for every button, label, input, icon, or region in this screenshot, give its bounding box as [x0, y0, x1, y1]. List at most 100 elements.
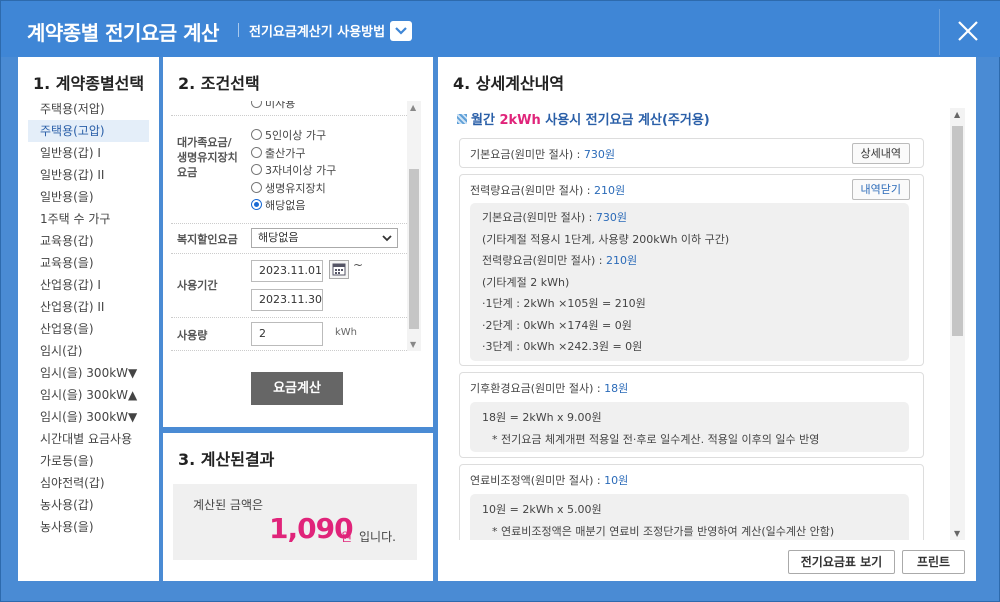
climate-detail-box: 18원 = 2kWh x 9.00원 * 전기요금 체계개편 적용일 전·후로 … [470, 402, 909, 452]
end-date-input[interactable]: 2023.11.30 [251, 289, 323, 311]
discount-radio-label: 출산가구 [265, 146, 306, 160]
usage-guide-link[interactable]: 전기요금계산기 사용방법 [249, 21, 385, 40]
contract-type-item[interactable]: 임시(갑) [28, 340, 149, 362]
period-row: 사용기간 2023.11.01 ~ 2023.11.30 [171, 254, 407, 318]
condition-panel: 2. 조건선택 미사용 대가족요금/생명유지장치 요금 5인이상 가구 출산가구 3자… [163, 57, 433, 427]
scroll-down-icon[interactable]: ▼ [410, 340, 416, 349]
energy-detail-line: (기타계절 적용시 1단계, 사용량 200kWh 이하 구간) [482, 232, 730, 246]
scroll-up-icon[interactable]: ▲ [954, 110, 960, 119]
period-label: 사용기간 [177, 279, 218, 292]
scroll-up-icon[interactable]: ▲ [410, 103, 416, 112]
scroll-down-icon[interactable]: ▼ [954, 529, 960, 538]
calendar-icon[interactable] [329, 260, 349, 279]
base-fee-card: 기본요금(원미만 절사) : 730원 상세내역 [459, 138, 924, 168]
contract-type-title: 1. 계약종별선택 [33, 74, 145, 93]
discount-radio[interactable]: 5인이상 가구 [251, 127, 326, 144]
discount-radio[interactable]: 출산가구 [251, 145, 305, 162]
radio-partial-label: 미사용 [265, 101, 296, 110]
chevron-down-icon [395, 27, 407, 35]
result-title: 3. 계산된결과 [178, 450, 275, 469]
contract-type-item[interactable]: 일반용(갑) I [28, 142, 149, 164]
fuel-note: * 연료비조정액은 매분기 연료비 조정단가를 반영하여 계산(일수계산 안함) [492, 525, 835, 538]
detail-panel: 4. 상세계산내역 월간 2kWh 사용시 전기요금 계산(주거용) 기본요금(… [438, 57, 976, 581]
headline-post: 사용시 전기요금 계산(주거용) [540, 113, 710, 128]
calculate-button[interactable]: 요금계산 [251, 372, 343, 405]
result-label: 계산된 금액은 [193, 498, 264, 512]
contract-type-item[interactable]: 임시(을) 300kW▼ [28, 406, 149, 428]
headline-bullet-icon [457, 114, 467, 124]
fuel-fee-title: 연료비조정액(원미만 절사) : 10원 [470, 474, 629, 487]
contract-type-item[interactable]: 교육용(갑) [28, 230, 149, 252]
energy-detail-line: 전력량요금(원미만 절사) : 210원 [482, 254, 638, 267]
welfare-select[interactable]: 해당없음 [251, 228, 398, 248]
detail-title: 4. 상세계산내역 [453, 74, 565, 93]
usage-input[interactable]: 2 [251, 322, 323, 346]
usage-guide-toggle[interactable] [390, 21, 412, 41]
contract-type-item[interactable]: 임시(을) 300kW▲ [28, 384, 149, 406]
contract-type-panel: 1. 계약종별선택 주택용(저압) 주택용(고압) 일반용(갑) I 일반용(갑) I… [18, 57, 159, 581]
fuel-detail-box: 10원 = 2kWh x 5.00원 * 연료비조정액은 매분기 연료비 조정단… [470, 494, 909, 540]
title-separator [238, 23, 239, 37]
headline-usage: 2kWh [499, 113, 541, 128]
discount-radio-label: 생명유지장치 [265, 181, 326, 195]
usage-row: 사용량 2 kWh [171, 318, 407, 351]
discount-radio[interactable]: 해당없음 [251, 197, 305, 214]
contract-type-item[interactable]: 교육용(을) [28, 252, 149, 274]
contract-type-item[interactable]: 산업용(갑) II [28, 296, 149, 318]
result-suffix: 입니다. [359, 530, 396, 544]
energy-detail-line: ·1단계 : 2kWh ×105원 = 210원 [482, 297, 646, 310]
discount-radio-label: 5인이상 가구 [265, 129, 327, 142]
detail-scrollbar[interactable]: ▲ ▼ [950, 108, 965, 540]
base-detail-button[interactable]: 상세내역 [851, 143, 910, 164]
welfare-row: 복지할인요금 해당없음 [171, 224, 407, 254]
close-button[interactable] [939, 9, 1000, 55]
rate-table-button[interactable]: 전기요금표 보기 [788, 550, 895, 574]
start-date-input[interactable]: 2023.11.01 [251, 260, 323, 282]
contract-type-item[interactable]: 농사용(을) [28, 516, 149, 538]
contract-type-item[interactable]: 일반용(갑) II [28, 164, 149, 186]
scroll-thumb[interactable] [409, 169, 419, 329]
result-currency: 원 [341, 530, 353, 544]
energy-detail-line: ·3단계 : 0kWh ×242.3원 = 0원 [482, 340, 643, 353]
window-title: 계약종별 전기요금 계산 [27, 21, 219, 45]
contract-type-item[interactable]: 심야전력(갑) [28, 472, 149, 494]
welfare-select-value: 해당없음 [258, 231, 299, 244]
discount-radio[interactable]: 3자녀이상 가구 [251, 162, 336, 179]
chevron-down-icon [382, 235, 392, 242]
contract-type-item[interactable]: 주택용(고압) [28, 120, 149, 142]
scroll-thumb[interactable] [952, 126, 963, 336]
contract-type-item[interactable]: 시간대별 요금사용 [28, 428, 149, 450]
contract-type-item[interactable]: 1주택 수 가구 [28, 208, 149, 230]
energy-close-button[interactable]: 내역닫기 [851, 179, 910, 200]
contract-type-item[interactable]: 주택용(저압) [28, 98, 149, 120]
contract-type-item[interactable]: 일반용(을) [28, 186, 149, 208]
contract-type-item[interactable]: 농사용(갑) [28, 494, 149, 516]
energy-detail-line: (기타계절 2 kWh) [482, 275, 570, 289]
fuel-fee-card: 연료비조정액(원미만 절사) : 10원 10원 = 2kWh x 5.00원 … [459, 464, 924, 540]
contract-type-item[interactable]: 임시(을) 300kW▼ [28, 362, 149, 384]
title-bar: 계약종별 전기요금 계산 전기요금계산기 사용방법 [1, 1, 1000, 57]
energy-detail-box: 기본요금(원미만 절사) : 730원 (기타계절 적용시 1단계, 사용량 20… [470, 203, 909, 361]
climate-formula: 18원 = 2kWh x 9.00원 [482, 411, 602, 424]
climate-fee-title: 기후환경요금(원미만 절사) : 18원 [470, 382, 629, 395]
print-button[interactable]: 프린트 [902, 550, 965, 574]
radio-partial[interactable]: 미사용 [251, 101, 295, 112]
contract-type-item[interactable]: 가로등(을) [28, 450, 149, 472]
contract-type-item[interactable]: 산업용(을) [28, 318, 149, 340]
energy-detail-line: ·2단계 : 0kWh ×174원 = 0원 [482, 318, 632, 332]
contract-type-item[interactable]: 산업용(갑) I [28, 274, 149, 296]
usage-label: 사용량 [177, 329, 208, 342]
discount-radio[interactable]: 생명유지장치 [251, 180, 326, 197]
date-range-tilde: ~ [353, 258, 364, 272]
condition-form: 미사용 대가족요금/생명유지장치 요금 5인이상 가구 출산가구 3자녀이상 가구 생명… [171, 101, 407, 351]
detail-content: 월간 2kWh 사용시 전기요금 계산(주거용) 기본요금(원미만 절사) : … [453, 108, 943, 540]
discount-radio-label: 3자녀이상 가구 [265, 164, 337, 177]
fuel-formula: 10원 = 2kWh x 5.00원 [482, 503, 602, 516]
discount-radio-label: 해당없음 [265, 199, 306, 212]
condition-scrollbar[interactable]: ▲ ▼ [407, 101, 421, 351]
energy-fee-card: 전력량요금(원미만 절사) : 210원 내역닫기 기본요금(원미만 절사) :… [459, 174, 924, 366]
close-icon [958, 21, 978, 41]
detail-headline: 월간 2kWh 사용시 전기요금 계산(주거용) [457, 109, 710, 128]
contract-type-list: 주택용(저압) 주택용(고압) 일반용(갑) I 일반용(갑) II 일반용(을) 1주택… [28, 98, 149, 538]
base-fee-title: 기본요금(원미만 절사) : 730원 [470, 148, 615, 161]
